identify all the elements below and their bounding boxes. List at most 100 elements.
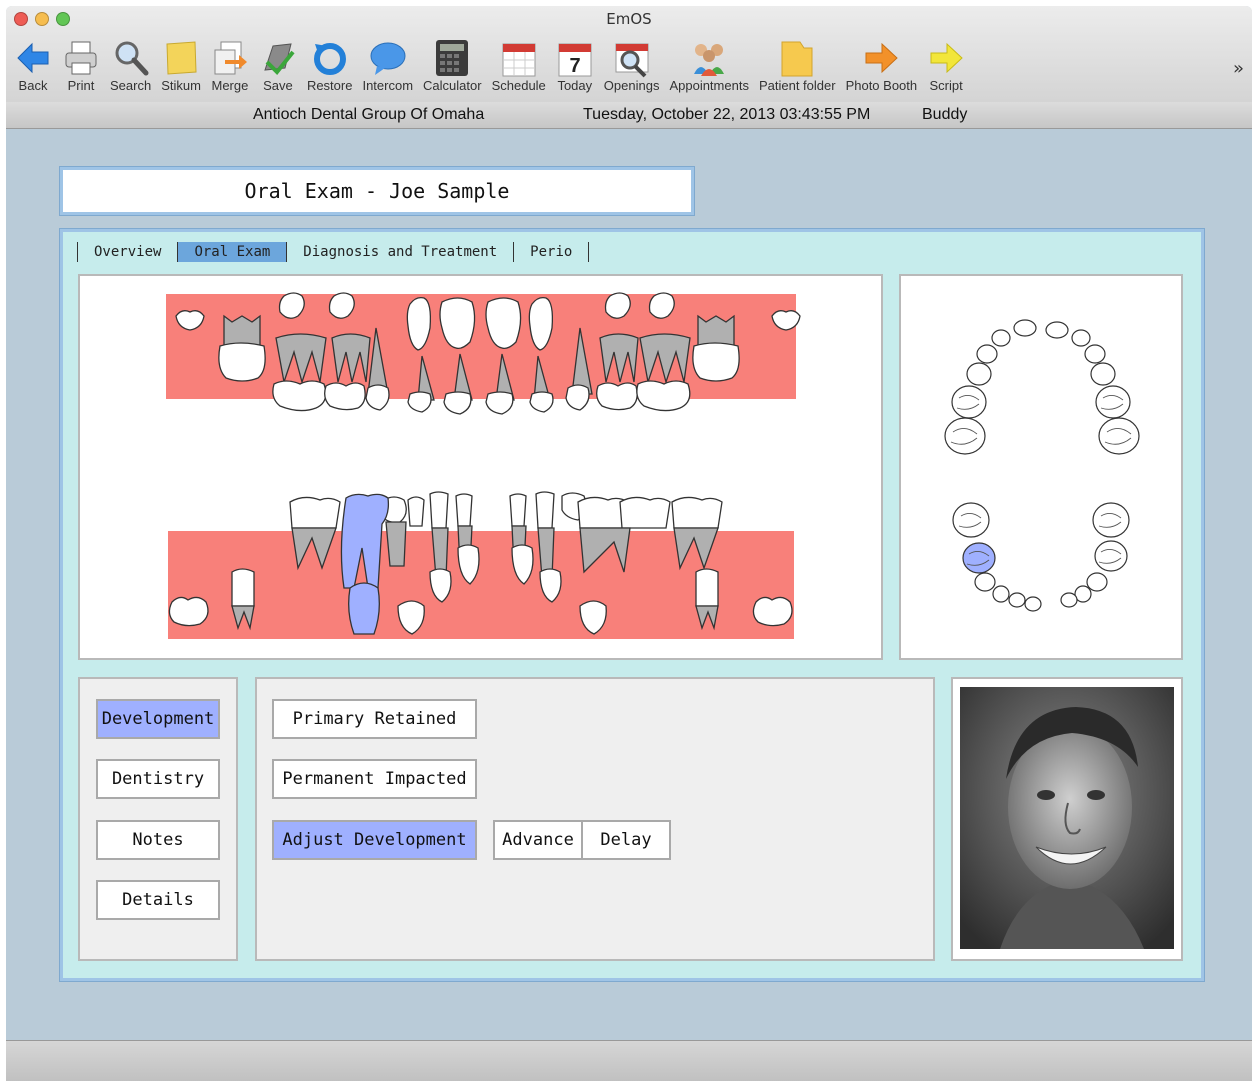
- tooth[interactable]: [1098, 417, 1140, 455]
- speech-bubble-icon: [370, 42, 406, 75]
- tooth[interactable]: [692, 342, 740, 382]
- toolbar-label: Appointments: [669, 78, 749, 93]
- tooth[interactable]: [1090, 362, 1116, 386]
- toolbar-openings-button[interactable]: Openings: [604, 38, 659, 93]
- tooth[interactable]: [535, 491, 555, 529]
- tooth[interactable]: [365, 384, 390, 411]
- toolbar-search-button[interactable]: Search: [110, 38, 151, 93]
- tooth[interactable]: [455, 493, 473, 527]
- title-bar: EmOS Back Print Search Stikum Merge Save…: [6, 6, 1252, 103]
- toolbar-calculator-button[interactable]: Calculator: [423, 38, 482, 93]
- tab-perio[interactable]: Perio: [514, 242, 590, 262]
- tooth[interactable]: [529, 391, 554, 413]
- tooth[interactable]: [324, 382, 366, 411]
- delay-button[interactable]: Delay: [581, 820, 671, 860]
- calendar-icon: [502, 43, 536, 77]
- tooth[interactable]: [275, 333, 327, 385]
- tooth-selected[interactable]: [962, 542, 996, 574]
- practice-name: Antioch Dental Group Of Omaha: [253, 106, 485, 123]
- tooth[interactable]: [272, 380, 327, 412]
- tooth-selected[interactable]: [348, 582, 380, 635]
- tooth[interactable]: [407, 391, 432, 413]
- tooth[interactable]: [1008, 592, 1026, 608]
- tab-oral-exam[interactable]: Oral Exam: [178, 242, 288, 262]
- tooth[interactable]: [1095, 385, 1131, 419]
- permanent-impacted-button[interactable]: Permanent Impacted: [272, 759, 477, 799]
- tooth[interactable]: [1094, 540, 1128, 572]
- toolbar-overflow-button[interactable]: »: [1233, 58, 1244, 79]
- tooth[interactable]: [974, 572, 996, 592]
- tooth[interactable]: [1084, 344, 1106, 364]
- tooth[interactable]: [671, 496, 723, 529]
- toolbar-restore-button[interactable]: Restore: [307, 38, 352, 93]
- tooth[interactable]: [485, 391, 514, 415]
- tooth[interactable]: [1086, 572, 1108, 592]
- toolbar-photo-booth-button[interactable]: Photo Booth: [846, 38, 917, 93]
- tooth[interactable]: [1092, 502, 1130, 538]
- tooth[interactable]: [443, 391, 472, 415]
- save-icon: [264, 43, 295, 75]
- magnifier-icon: [115, 41, 149, 76]
- tooth[interactable]: [331, 333, 371, 383]
- tooth[interactable]: [752, 596, 793, 627]
- tooth[interactable]: [944, 417, 986, 455]
- tooth[interactable]: [509, 493, 527, 527]
- exam-panel: Overview Oral Exam Diagnosis and Treatme…: [60, 229, 1204, 981]
- tooth[interactable]: [289, 496, 341, 529]
- tooth[interactable]: [1013, 319, 1037, 337]
- toolbar-schedule-button[interactable]: Schedule: [492, 38, 546, 93]
- toolbar-label: Print: [67, 78, 95, 93]
- tooth[interactable]: [1045, 321, 1069, 339]
- section-dentistry-button[interactable]: Dentistry: [96, 759, 220, 799]
- tooth[interactable]: [636, 380, 691, 412]
- toolbar-patient-folder-button[interactable]: Patient folder: [759, 38, 836, 93]
- toolbar-back-button[interactable]: Back: [14, 38, 52, 93]
- tooth[interactable]: [952, 502, 990, 538]
- status-bar: [6, 1040, 1252, 1081]
- tooth[interactable]: [168, 596, 209, 627]
- tooth[interactable]: [976, 344, 998, 364]
- toolbar-save-button[interactable]: Save: [259, 38, 297, 93]
- tooth[interactable]: [697, 314, 735, 347]
- adjust-development-button[interactable]: Adjust Development: [272, 820, 477, 860]
- arch-chart[interactable]: [899, 274, 1183, 660]
- tooth[interactable]: [1024, 596, 1042, 612]
- tooth[interactable]: [599, 333, 639, 383]
- tooth[interactable]: [695, 568, 719, 607]
- tooth[interactable]: [218, 342, 266, 382]
- tooth[interactable]: [1060, 592, 1078, 608]
- sticky-note-icon: [166, 41, 197, 75]
- toolbar-label: Intercom: [362, 78, 414, 93]
- toolbar-intercom-button[interactable]: Intercom: [362, 38, 413, 93]
- tooth[interactable]: [639, 333, 691, 385]
- toolbar-today-button[interactable]: 7 Today: [556, 38, 594, 93]
- tooth[interactable]: [991, 329, 1011, 347]
- advance-button[interactable]: Advance: [493, 820, 583, 860]
- tooth[interactable]: [966, 362, 992, 386]
- tab-overview[interactable]: Overview: [78, 242, 179, 262]
- tooth[interactable]: [385, 521, 407, 567]
- tooth[interactable]: [565, 384, 590, 411]
- section-development-button[interactable]: Development: [96, 699, 220, 739]
- tab-diagnosis-and-treatment[interactable]: Diagnosis and Treatment: [287, 242, 515, 262]
- toolbar-script-button[interactable]: Script: [927, 38, 965, 93]
- toolbar-stikum-button[interactable]: Stikum: [161, 38, 201, 93]
- section-details-button[interactable]: Details: [96, 880, 220, 920]
- tooth[interactable]: [429, 491, 449, 529]
- merge-icon: [214, 41, 247, 75]
- tooth[interactable]: [407, 496, 425, 527]
- tooth[interactable]: [596, 382, 638, 411]
- tooth[interactable]: [1071, 329, 1091, 347]
- tooth[interactable]: [951, 385, 987, 419]
- tooth[interactable]: [231, 568, 255, 607]
- toolbar-appointments-button[interactable]: Appointments: [669, 38, 749, 93]
- tooth[interactable]: [619, 496, 671, 529]
- dental-chart[interactable]: [78, 274, 883, 660]
- primary-retained-button[interactable]: Primary Retained: [272, 699, 477, 739]
- section-notes-button[interactable]: Notes: [96, 820, 220, 860]
- toolbar-print-button[interactable]: Print: [62, 38, 100, 93]
- tooth[interactable]: [992, 585, 1010, 603]
- today-day-number: 7: [569, 55, 580, 77]
- tooth[interactable]: [223, 314, 261, 347]
- toolbar-merge-button[interactable]: Merge: [211, 38, 249, 93]
